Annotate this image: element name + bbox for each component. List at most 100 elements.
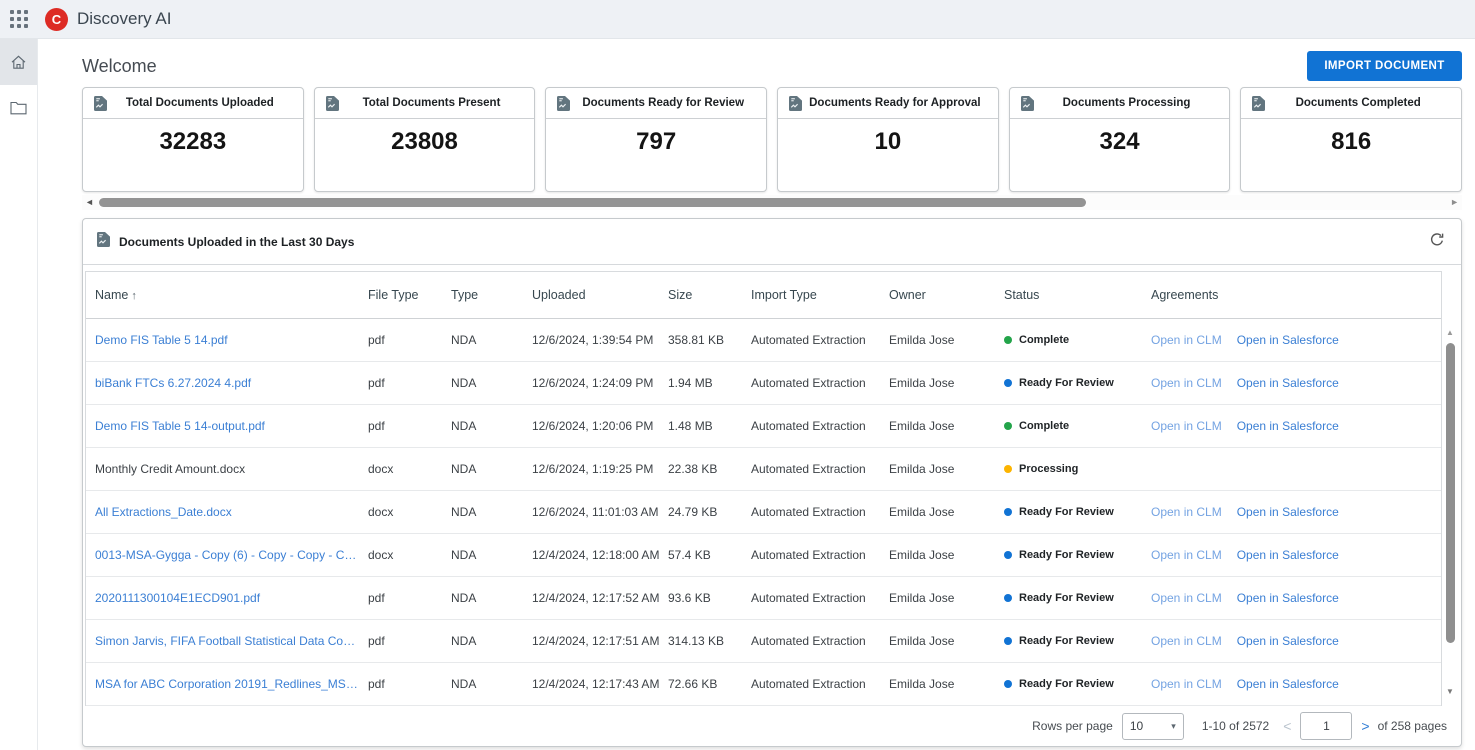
- column-header[interactable]: Size: [668, 288, 751, 302]
- owner-cell: Emilda Jose: [889, 677, 1004, 691]
- uploaded-cell: 12/6/2024, 1:20:06 PM: [532, 419, 668, 433]
- doc-name-link[interactable]: 0013-MSA-Gygga - Copy (6) - Copy - Copy …: [95, 548, 368, 562]
- document-stat-icon: [94, 96, 107, 116]
- app-launcher-icon[interactable]: [0, 10, 38, 28]
- status-badge: Ready For Review: [1019, 506, 1114, 518]
- open-in-salesforce-link[interactable]: Open in Salesforce: [1237, 548, 1339, 562]
- file-type-cell: pdf: [368, 591, 451, 605]
- doc-name-link[interactable]: 2020111300104E1ECD901.pdf: [95, 591, 368, 605]
- refresh-button[interactable]: [1427, 230, 1447, 253]
- size-cell: 1.48 MB: [668, 419, 751, 433]
- column-header[interactable]: Type: [451, 288, 532, 302]
- status-cell: Ready For Review: [1004, 549, 1151, 561]
- owner-cell: Emilda Jose: [889, 419, 1004, 433]
- file-type-cell: pdf: [368, 677, 451, 691]
- type-cell: NDA: [451, 634, 532, 648]
- size-cell: 24.79 KB: [668, 505, 751, 519]
- table-row: MSA for ABC Corporation 20191_Redlines_M…: [86, 663, 1441, 706]
- agreements-cell: Open in CLM Open in Salesforce: [1151, 677, 1441, 691]
- next-page-button[interactable]: >: [1361, 718, 1369, 734]
- document-section-icon: [97, 232, 110, 252]
- table-row: 0013-MSA-Gygga - Copy (6) - Copy - Copy …: [86, 534, 1441, 577]
- open-in-clm-link[interactable]: Open in CLM: [1151, 505, 1222, 519]
- size-cell: 57.4 KB: [668, 548, 751, 562]
- column-header[interactable]: Status: [1004, 288, 1151, 302]
- uploaded-cell: 12/4/2024, 12:17:43 AM: [532, 677, 668, 691]
- stat-card-label: Documents Processing: [1049, 97, 1191, 109]
- size-cell: 1.94 MB: [668, 376, 751, 390]
- sidebar-item-documents[interactable]: [0, 85, 37, 131]
- open-in-clm-link[interactable]: Open in CLM: [1151, 634, 1222, 648]
- agreements-cell: Open in CLM Open in Salesforce: [1151, 333, 1441, 347]
- open-in-salesforce-link[interactable]: Open in Salesforce: [1237, 419, 1339, 433]
- stat-card-header: Documents Completed: [1241, 88, 1461, 119]
- open-in-salesforce-link[interactable]: Open in Salesforce: [1237, 505, 1339, 519]
- open-in-salesforce-link[interactable]: Open in Salesforce: [1237, 677, 1339, 691]
- rows-per-page-select[interactable]: 10 ▾: [1122, 713, 1184, 740]
- doc-name-link[interactable]: All Extractions_Date.docx: [95, 505, 368, 519]
- horizontal-scrollbar[interactable]: ◄ ►: [82, 195, 1462, 210]
- stat-cards: Total Documents Uploaded 32283: [82, 87, 1462, 192]
- documents-section-header: Documents Uploaded in the Last 30 Days: [83, 219, 1461, 265]
- type-cell: NDA: [451, 419, 532, 433]
- table-row: Demo FIS Table 5 14.pdf pdf NDA 12/6/202…: [86, 319, 1441, 362]
- document-stat-icon: [789, 96, 802, 116]
- doc-name-link[interactable]: MSA for ABC Corporation 20191_Redlines_M…: [95, 677, 368, 691]
- stat-card-value: 10: [778, 128, 998, 156]
- status-badge: Ready For Review: [1019, 549, 1114, 561]
- import-type-cell: Automated Extraction: [751, 677, 889, 691]
- main-content: Welcome IMPORT DOCUMENT: [38, 39, 1475, 747]
- open-in-clm-link[interactable]: Open in CLM: [1151, 677, 1222, 691]
- open-in-clm-link[interactable]: Open in CLM: [1151, 419, 1222, 433]
- vertical-scrollbar[interactable]: ▲ ▼: [1442, 271, 1458, 706]
- horizontal-scrollbar-thumb[interactable]: [99, 198, 1086, 207]
- document-stat-icon: [1021, 96, 1034, 116]
- pagination-bar: Rows per page 10 ▾ 1-10 of 2572 < > of 2…: [83, 706, 1461, 746]
- file-type-cell: pdf: [368, 333, 451, 347]
- doc-name-link[interactable]: Demo FIS Table 5 14-output.pdf: [95, 419, 368, 433]
- rows-per-page-label: Rows per page: [1032, 719, 1113, 733]
- column-header[interactable]: Agreements: [1151, 288, 1441, 302]
- vertical-scrollbar-thumb[interactable]: [1446, 343, 1455, 643]
- scroll-down-icon[interactable]: ▼: [1442, 687, 1458, 696]
- open-in-clm-link[interactable]: Open in CLM: [1151, 548, 1222, 562]
- table-row: biBank FTCs 6.27.2024 4.pdf pdf NDA 12/6…: [86, 362, 1441, 405]
- sidebar-item-home[interactable]: [0, 39, 37, 85]
- import-document-button[interactable]: IMPORT DOCUMENT: [1307, 51, 1462, 81]
- column-header[interactable]: File Type: [368, 288, 451, 302]
- status-dot-icon: [1004, 336, 1012, 344]
- type-cell: NDA: [451, 548, 532, 562]
- type-cell: NDA: [451, 462, 532, 476]
- open-in-clm-link[interactable]: Open in CLM: [1151, 591, 1222, 605]
- open-in-salesforce-link[interactable]: Open in Salesforce: [1237, 591, 1339, 605]
- uploaded-cell: 12/4/2024, 12:17:52 AM: [532, 591, 668, 605]
- open-in-salesforce-link[interactable]: Open in Salesforce: [1237, 376, 1339, 390]
- open-in-salesforce-link[interactable]: Open in Salesforce: [1237, 634, 1339, 648]
- scroll-right-icon[interactable]: ►: [1450, 196, 1459, 209]
- doc-name-link[interactable]: Demo FIS Table 5 14.pdf: [95, 333, 368, 347]
- type-cell: NDA: [451, 376, 532, 390]
- doc-name-link[interactable]: biBank FTCs 6.27.2024 4.pdf: [95, 376, 368, 390]
- scroll-up-icon[interactable]: ▲: [1442, 328, 1458, 337]
- open-in-clm-link[interactable]: Open in CLM: [1151, 376, 1222, 390]
- scroll-left-icon[interactable]: ◄: [85, 196, 94, 209]
- previous-page-button[interactable]: <: [1283, 718, 1291, 734]
- column-header[interactable]: Owner: [889, 288, 1004, 302]
- column-header[interactable]: Import Type: [751, 288, 889, 302]
- doc-name-link: Monthly Credit Amount.docx: [95, 462, 368, 476]
- stat-card-label: Documents Ready for Approval: [795, 97, 980, 109]
- open-in-clm-link[interactable]: Open in CLM: [1151, 333, 1222, 347]
- open-in-salesforce-link[interactable]: Open in Salesforce: [1237, 333, 1339, 347]
- stat-card-value: 816: [1241, 128, 1461, 156]
- documents-section: Documents Uploaded in the Last 30 Days N…: [82, 218, 1462, 747]
- owner-cell: Emilda Jose: [889, 591, 1004, 605]
- column-header[interactable]: Uploaded: [532, 288, 668, 302]
- import-type-cell: Automated Extraction: [751, 462, 889, 476]
- agreements-cell: Open in CLM Open in Salesforce: [1151, 376, 1441, 390]
- file-type-cell: pdf: [368, 419, 451, 433]
- page-number-input[interactable]: [1300, 712, 1352, 740]
- caret-down-icon: ▾: [1171, 721, 1176, 732]
- doc-name-link[interactable]: Simon Jarvis, FIFA Football Statistical …: [95, 634, 368, 648]
- stat-card-value: 324: [1010, 128, 1230, 156]
- column-header[interactable]: Name↑: [95, 288, 368, 302]
